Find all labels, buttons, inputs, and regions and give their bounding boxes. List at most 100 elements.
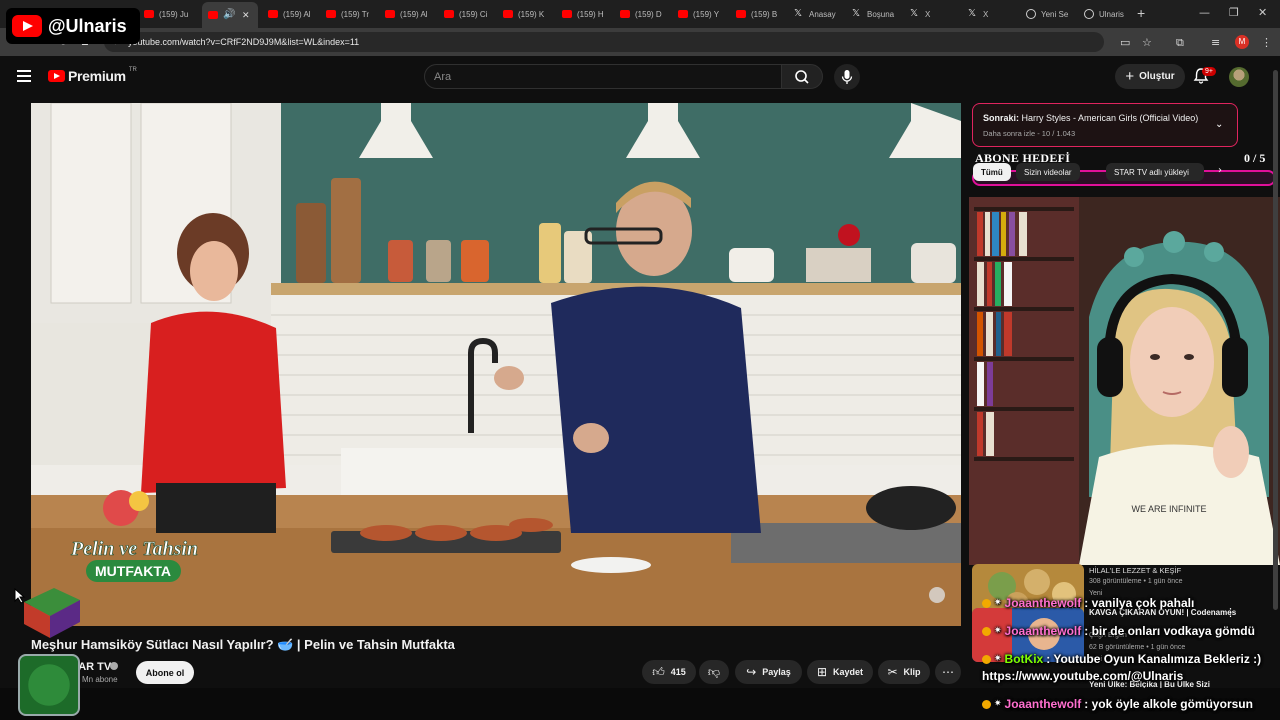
chip-all[interactable]: Tümü bbox=[973, 163, 1011, 181]
subscribe-button[interactable]: Abone ol bbox=[136, 661, 194, 684]
channel-avatar[interactable] bbox=[18, 654, 80, 716]
star-icon: ✷ bbox=[994, 626, 1002, 636]
streamer-handle-badge: @Ulnaris bbox=[6, 8, 140, 44]
create-button[interactable]: + Oluştur bbox=[1115, 64, 1185, 89]
star-icon: ✷ bbox=[994, 699, 1002, 709]
maximize-icon[interactable]: ❐ bbox=[1229, 6, 1239, 19]
show-logo-line2: MUTFAKTA bbox=[95, 563, 171, 579]
youtube-logo-icon bbox=[12, 15, 42, 37]
close-window-icon[interactable]: ✕ bbox=[1258, 6, 1267, 19]
new-tab-icon[interactable]: + bbox=[1137, 5, 1145, 21]
save-button[interactable]: ⊞ Kaydet bbox=[807, 660, 873, 684]
scissors-icon: ✂ bbox=[887, 665, 898, 679]
subscriber-goal-count: 0 / 5 bbox=[1244, 151, 1266, 165]
more-actions-button[interactable]: ⋯ bbox=[935, 660, 961, 684]
mouse-cursor-icon bbox=[14, 588, 26, 604]
star-icon: ✷ bbox=[994, 654, 1002, 664]
video-meta: 308 görüntüleme • 1 gün önce bbox=[1089, 578, 1183, 585]
browser-tab[interactable]: (159) D bbox=[614, 4, 670, 24]
browser-tab[interactable]: 𝕏 Anasay bbox=[788, 4, 844, 24]
search-input[interactable] bbox=[424, 64, 782, 89]
youtube-premium-logo[interactable]: Premium TR bbox=[48, 67, 137, 84]
chip-uploader[interactable]: STAR TV adlı yükleyi bbox=[1106, 163, 1204, 181]
webcam-feed: WE ARE INFINITE bbox=[969, 197, 1280, 565]
browser-tab[interactable]: 𝕏X bbox=[904, 4, 960, 24]
more-vertical-icon[interactable]: ⋮ bbox=[1225, 606, 1236, 619]
youtube-icon bbox=[208, 11, 218, 19]
youtube-icon bbox=[268, 10, 278, 18]
extensions-icon[interactable]: ⧉ bbox=[1176, 36, 1184, 50]
chat-badge-icon bbox=[982, 598, 991, 608]
dislike-button[interactable]: 👎︎ bbox=[699, 660, 729, 684]
account-avatar[interactable] bbox=[1229, 67, 1249, 87]
voice-search-button[interactable] bbox=[834, 64, 860, 90]
profile-avatar[interactable]: M bbox=[1235, 35, 1249, 49]
chat-badge-icon bbox=[982, 699, 991, 709]
minimize-icon[interactable]: — bbox=[1199, 6, 1210, 19]
chevron-down-icon[interactable]: ⌄ bbox=[1215, 119, 1223, 130]
browser-tab[interactable]: 𝕏X bbox=[962, 4, 1018, 24]
youtube-icon bbox=[503, 10, 513, 18]
x-icon: 𝕏 bbox=[910, 8, 919, 19]
share-icon: ↪ bbox=[746, 665, 757, 679]
browser-tab[interactable]: (159) Al bbox=[379, 4, 435, 24]
x-icon: 𝕏 bbox=[794, 8, 803, 19]
x-icon: 𝕏 bbox=[968, 8, 977, 19]
star-icon: ✷ bbox=[994, 598, 1002, 608]
reading-list-icon[interactable]: ≡ bbox=[1211, 36, 1220, 49]
browser-tab[interactable]: Ulnaris bbox=[1078, 4, 1134, 24]
video-player[interactable]: Pelin ve Tahsin MUTFAKTA bbox=[31, 103, 961, 626]
youtube-icon bbox=[144, 10, 154, 18]
youtube-icon bbox=[736, 10, 746, 18]
chat-message: ✷ BotKix: Youtube Oyun Kanalımıza Bekler… bbox=[982, 652, 1261, 666]
chrome-menu-icon[interactable]: ⋮ bbox=[1261, 36, 1272, 49]
browser-tab[interactable]: (159) Al bbox=[262, 4, 318, 24]
browser-tab[interactable]: (159) Y bbox=[672, 4, 728, 24]
notification-count-badge: 9+ bbox=[1202, 67, 1216, 76]
close-tab-icon[interactable]: ✕ bbox=[242, 10, 250, 21]
youtube-icon bbox=[620, 10, 630, 18]
chevron-right-icon[interactable]: › bbox=[1218, 165, 1222, 176]
cast-icon[interactable]: ▭ bbox=[1120, 36, 1130, 49]
browser-tab-strip: (159) Ju 🔊 ✕ (159) Al (159) Tr (159) Al (… bbox=[0, 0, 1280, 28]
verified-badge-icon bbox=[110, 662, 118, 670]
more-horizontal-icon: ⋯ bbox=[942, 665, 954, 679]
browser-tab[interactable]: (159) Tr bbox=[320, 4, 376, 24]
webcam-image: WE ARE INFINITE bbox=[969, 197, 1280, 565]
globe-icon bbox=[1026, 9, 1036, 19]
browser-tab[interactable]: (159) B bbox=[730, 4, 786, 24]
search-button[interactable] bbox=[781, 64, 823, 89]
hamburger-menu-icon[interactable] bbox=[17, 70, 31, 82]
chat-message: ✷ Joaanthewolf: bir de onları vodkaya gö… bbox=[982, 624, 1255, 638]
screen: (159) Ju 🔊 ✕ (159) Al (159) Tr (159) Al (… bbox=[0, 0, 1280, 720]
chip-your-videos[interactable]: Sizin videolar bbox=[1016, 163, 1080, 181]
browser-tab[interactable]: (159) Ju bbox=[138, 4, 200, 24]
scrollbar-thumb[interactable] bbox=[1273, 70, 1278, 610]
browser-tab[interactable]: Yeni Se bbox=[1020, 4, 1076, 24]
like-button[interactable]: 👍︎ 415 bbox=[642, 660, 696, 684]
video-frame: Pelin ve Tahsin MUTFAKTA bbox=[31, 103, 961, 626]
browser-tab-active[interactable]: 🔊 ✕ bbox=[202, 2, 258, 28]
streamer-handle: @Ulnaris bbox=[48, 15, 127, 36]
microphone-icon bbox=[841, 70, 853, 84]
search-icon bbox=[795, 70, 809, 84]
history-icon bbox=[1084, 9, 1094, 19]
share-button[interactable]: ↪ Paylaş bbox=[735, 660, 802, 684]
chat-message: ✷ Joaanthewolf: yok öyle alkole gömüyors… bbox=[982, 697, 1253, 711]
video-channel: HİLAL'LE LEZZET & KEŞİF bbox=[1089, 566, 1182, 575]
browser-tab[interactable]: (159) Ci bbox=[438, 4, 494, 24]
youtube-icon bbox=[444, 10, 454, 18]
browser-tab[interactable]: 𝕏 Boşuna bbox=[846, 4, 902, 24]
url-text: youtube.com/watch?v=CRfF2ND9J9M&list=WL&… bbox=[128, 37, 360, 47]
bookmark-star-icon[interactable]: ☆ bbox=[1142, 36, 1152, 49]
video-title: Meşhur Hamsiköy Sütlacı Nasıl Yapılır? 🥣… bbox=[31, 637, 455, 652]
browser-tab[interactable]: (159) K bbox=[497, 4, 553, 24]
youtube-icon bbox=[678, 10, 688, 18]
browser-tab[interactable]: (159) H bbox=[556, 4, 612, 24]
x-icon: 𝕏 bbox=[852, 8, 861, 19]
address-bar: ↻ ⌂ ⚙ youtube.com/watch?v=CRfF2ND9J9M&li… bbox=[0, 28, 1280, 56]
speaker-icon: 🔊 bbox=[223, 9, 236, 20]
playlist-up-next-panel[interactable] bbox=[972, 103, 1238, 147]
clip-button[interactable]: ✂ Klip bbox=[878, 660, 930, 684]
search-placeholder: Ara bbox=[434, 71, 452, 83]
